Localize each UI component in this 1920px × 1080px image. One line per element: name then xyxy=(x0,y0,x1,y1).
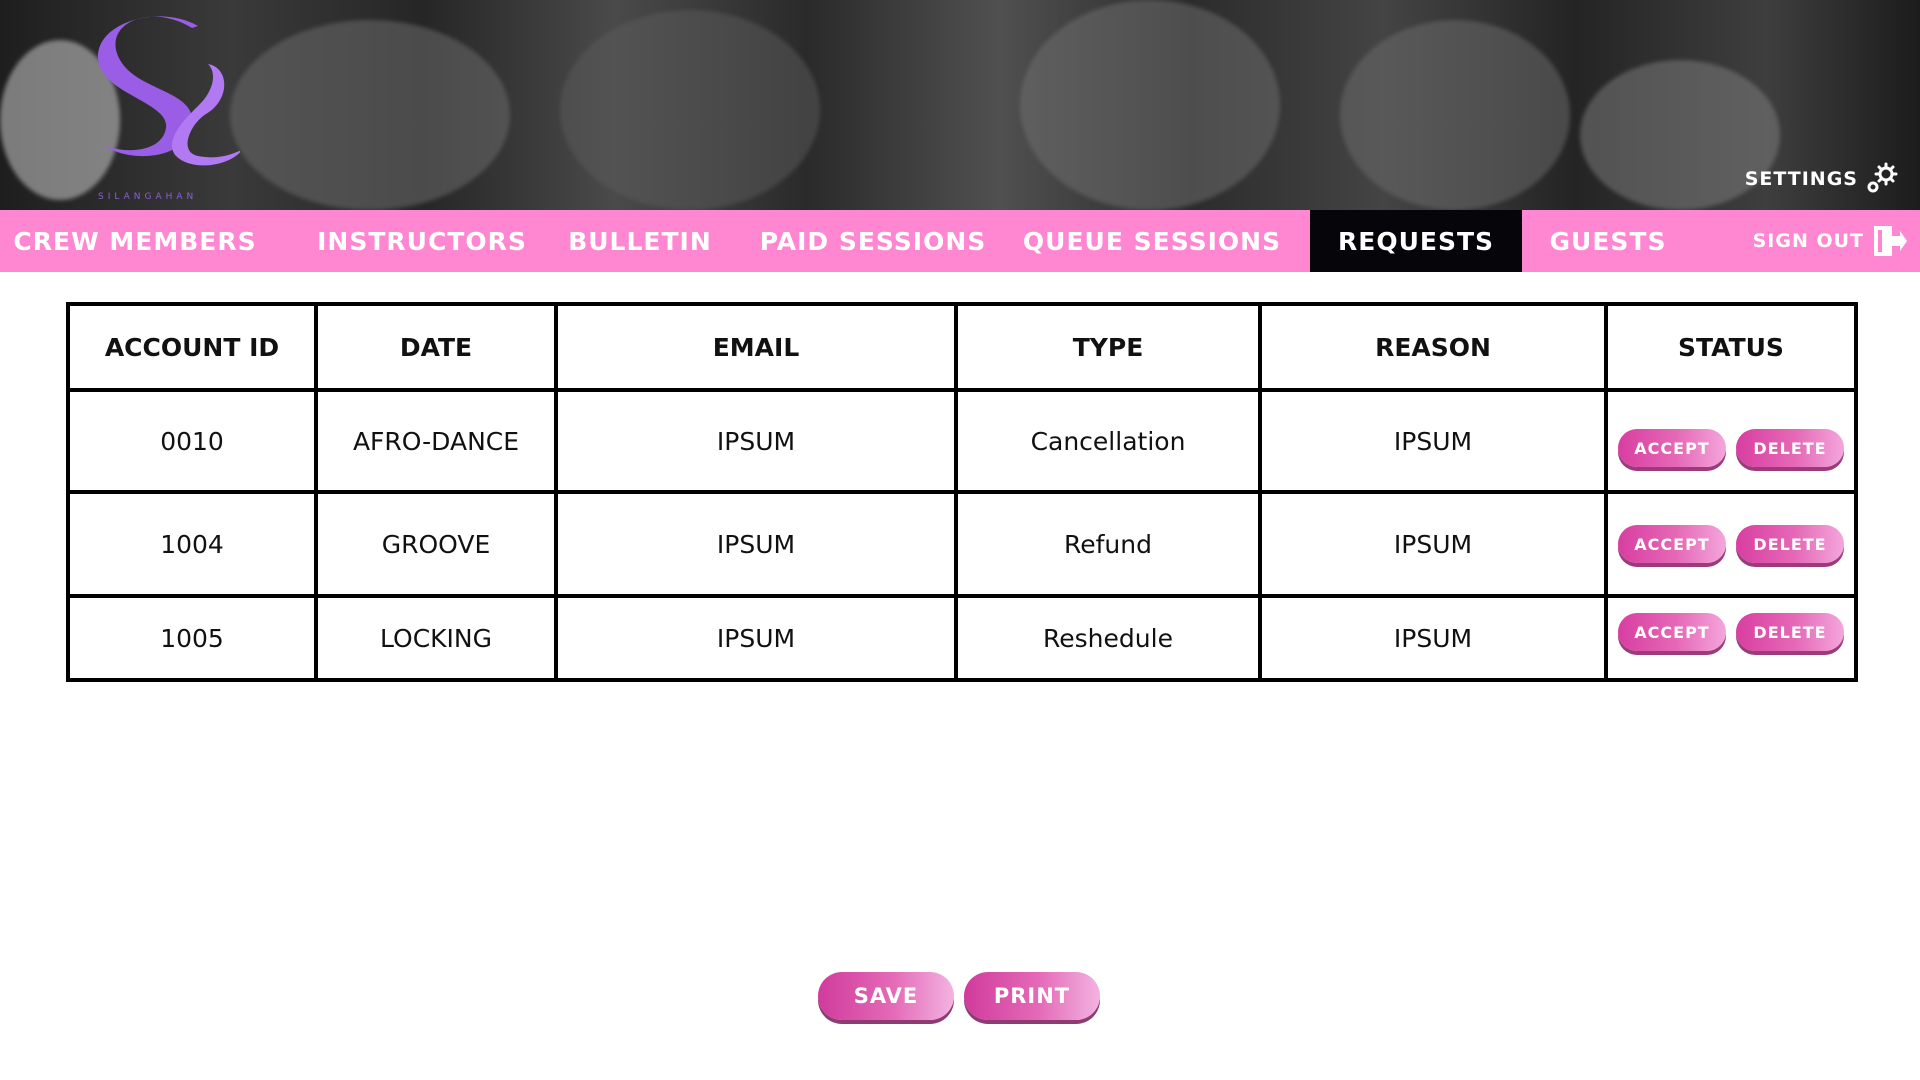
sl-monogram-logo[interactable] xyxy=(80,4,240,204)
column-header-reason: REASON xyxy=(1258,302,1608,392)
nav-requests[interactable]: REQUESTS xyxy=(1310,210,1522,272)
settings-button[interactable]: SETTINGS xyxy=(1745,162,1898,196)
cell-email: IPSUM xyxy=(554,594,958,682)
cell-type: Refund xyxy=(954,490,1262,598)
column-header-account-id: ACCOUNT ID xyxy=(66,302,318,392)
column-header-type: TYPE xyxy=(954,302,1262,392)
delete-button[interactable]: DELETE xyxy=(1736,613,1844,651)
cell-date: AFRO-DANCE xyxy=(314,388,558,494)
logo-text: SILANGAHAN xyxy=(98,192,198,202)
hero-photo-shape xyxy=(1020,0,1280,210)
sign-out-label: SIGN OUT xyxy=(1752,230,1864,252)
nav-bulletin[interactable]: BULLETIN xyxy=(560,210,720,272)
cell-status: ACCEPT DELETE xyxy=(1604,490,1858,598)
cell-account-id: 1005 xyxy=(66,594,318,682)
requests-table-container: ACCOUNT ID DATE EMAIL TYPE REASON STATUS… xyxy=(66,302,1858,682)
cell-date: GROOVE xyxy=(314,490,558,598)
delete-button[interactable]: DELETE xyxy=(1736,429,1844,467)
requests-table: ACCOUNT ID DATE EMAIL TYPE REASON STATUS… xyxy=(66,302,1858,682)
column-header-email: EMAIL xyxy=(554,302,958,392)
cell-status: ACCEPT DELETE xyxy=(1604,388,1858,494)
nav-paid-sessions[interactable]: PAID SESSIONS xyxy=(756,210,990,272)
column-header-status: STATUS xyxy=(1604,302,1858,392)
bottom-actions: SAVE PRINT xyxy=(818,972,1100,1020)
cell-email: IPSUM xyxy=(554,490,958,598)
table-row: 0010 AFRO-DANCE IPSUM Cancellation IPSUM… xyxy=(66,388,1858,494)
cell-status: ACCEPT DELETE xyxy=(1604,594,1858,682)
nav-queue-sessions[interactable]: QUEUE SESSIONS xyxy=(1022,210,1282,272)
print-button[interactable]: PRINT xyxy=(964,972,1100,1020)
accept-button[interactable]: ACCEPT xyxy=(1618,613,1726,651)
cell-reason: IPSUM xyxy=(1258,490,1608,598)
nav-guests[interactable]: GUESTS xyxy=(1530,210,1686,272)
cell-account-id: 0010 xyxy=(66,388,318,494)
cell-type: Cancellation xyxy=(954,388,1262,494)
column-header-date: DATE xyxy=(314,302,558,392)
table-row: 1004 GROOVE IPSUM Refund IPSUM ACCEPT DE… xyxy=(66,490,1858,598)
hero-photo-shape xyxy=(560,10,820,210)
main-nav: CREW MEMBERS INSTRUCTORS BULLETIN PAID S… xyxy=(0,210,1920,272)
nav-crew-members[interactable]: CREW MEMBERS xyxy=(0,210,270,272)
sign-out-icon xyxy=(1874,226,1907,256)
nav-instructors[interactable]: INSTRUCTORS xyxy=(306,210,538,272)
cell-type: Reshedule xyxy=(954,594,1262,682)
table-row: 1005 LOCKING IPSUM Reshedule IPSUM ACCEP… xyxy=(66,594,1858,682)
sign-out-button[interactable]: SIGN OUT xyxy=(1753,210,1908,272)
delete-button[interactable]: DELETE xyxy=(1736,525,1844,563)
accept-button[interactable]: ACCEPT xyxy=(1618,525,1726,563)
cell-reason: IPSUM xyxy=(1258,388,1608,494)
cell-email: IPSUM xyxy=(554,388,958,494)
accept-button[interactable]: ACCEPT xyxy=(1618,429,1726,467)
hero-photo-shape xyxy=(230,20,510,210)
save-button[interactable]: SAVE xyxy=(818,972,954,1020)
cell-account-id: 1004 xyxy=(66,490,318,598)
settings-label: SETTINGS xyxy=(1744,168,1858,190)
table-header-row: ACCOUNT ID DATE EMAIL TYPE REASON STATUS xyxy=(66,302,1858,392)
hero-photo-shape xyxy=(1340,20,1570,210)
cell-date: LOCKING xyxy=(314,594,558,682)
cell-reason: IPSUM xyxy=(1258,594,1608,682)
hero-banner: SILANGAHAN SETTINGS xyxy=(0,0,1920,210)
gear-icon xyxy=(1867,162,1898,193)
